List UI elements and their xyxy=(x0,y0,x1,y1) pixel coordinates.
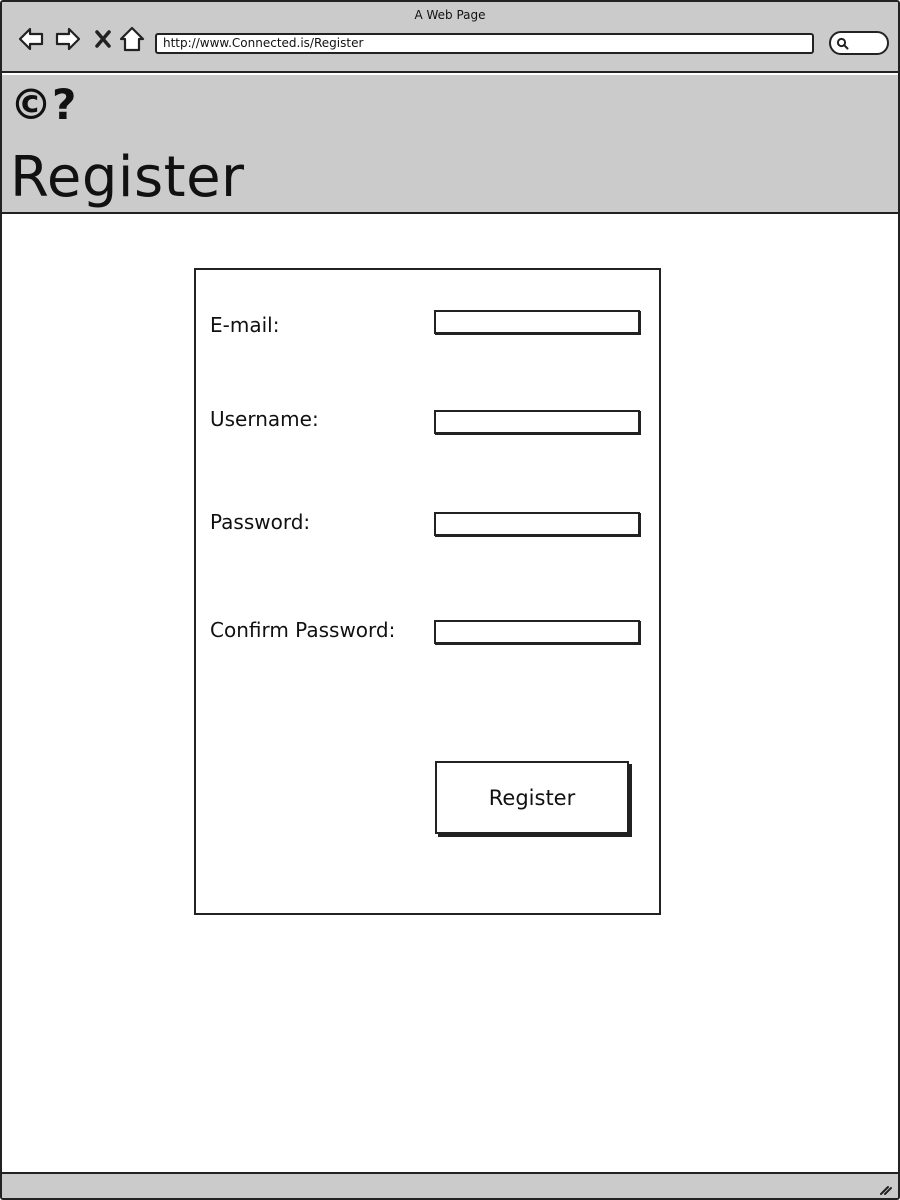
arrow-right-icon xyxy=(55,27,81,51)
confirm-password-label: Confirm Password: xyxy=(210,618,396,642)
site-logo[interactable]: ©? xyxy=(10,81,76,129)
search-icon xyxy=(836,37,849,50)
close-icon xyxy=(95,30,111,48)
arrow-left-icon xyxy=(18,27,44,51)
address-bar[interactable]: http://www.Connected.is/Register xyxy=(155,33,814,54)
window-title: A Web Page xyxy=(414,8,486,22)
resize-grip-icon[interactable] xyxy=(876,1180,892,1196)
password-label: Password: xyxy=(210,510,311,534)
email-label: E-mail: xyxy=(210,313,280,337)
email-field[interactable] xyxy=(434,310,640,334)
browser-window: A Web Page http://www.Connected.is/Regis… xyxy=(0,0,900,1200)
username-label: Username: xyxy=(210,407,319,431)
home-button[interactable] xyxy=(117,24,147,54)
status-bar xyxy=(2,1172,898,1198)
browser-chrome: A Web Page http://www.Connected.is/Regis… xyxy=(2,2,898,73)
password-field[interactable] xyxy=(434,512,640,536)
register-button[interactable]: Register xyxy=(435,761,629,834)
home-icon xyxy=(119,26,145,52)
confirm-password-field[interactable] xyxy=(434,620,640,644)
stop-button[interactable] xyxy=(88,24,118,54)
register-form: E-mail: Username: Password: Confirm Pass… xyxy=(194,268,661,915)
page-title: Register xyxy=(10,145,245,210)
back-button[interactable] xyxy=(16,24,46,54)
username-field[interactable] xyxy=(434,410,640,434)
forward-button[interactable] xyxy=(53,24,83,54)
browser-search-box[interactable] xyxy=(829,31,889,55)
